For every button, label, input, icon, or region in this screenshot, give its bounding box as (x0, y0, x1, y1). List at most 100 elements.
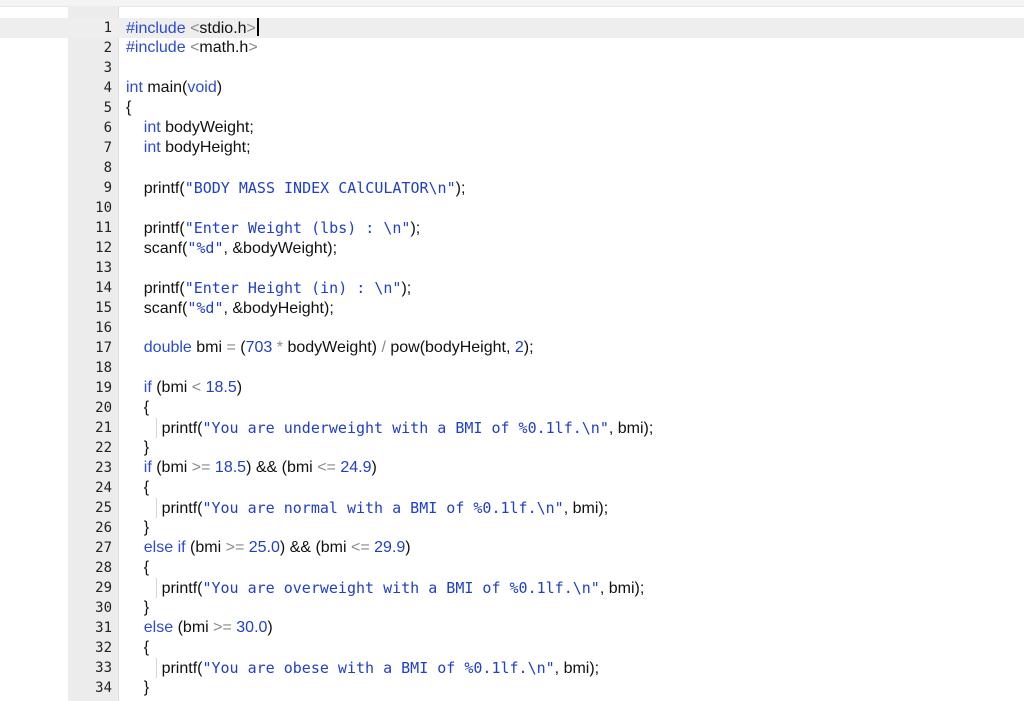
code-line[interactable]: 12 scanf("%d", &bodyWeight); (0, 238, 1024, 258)
line-number: 7 (103, 140, 112, 156)
code-text[interactable]: { (126, 638, 149, 658)
line-number: 21 (95, 420, 112, 436)
code-line[interactable]: 17 double bmi = (703 * bodyWeight) / pow… (0, 338, 1024, 358)
editor-top-bar (0, 0, 1024, 7)
code-text[interactable]: } (126, 438, 149, 458)
code-line[interactable]: 30 } (0, 598, 1024, 618)
code-line[interactable]: 6 int bodyWeight; (0, 118, 1024, 138)
code-line[interactable]: 23 if (bmi >= 18.5) && (bmi <= 24.9) (0, 458, 1024, 478)
code-line[interactable]: 8 (0, 158, 1024, 178)
code-line[interactable]: 11 printf("Enter Weight (lbs) : \n"); (0, 218, 1024, 238)
line-number: 26 (95, 520, 112, 536)
line-number: 11 (95, 220, 112, 236)
code-line[interactable]: 31 else (bmi >= 30.0) (0, 618, 1024, 638)
line-number: 12 (95, 240, 112, 256)
line-number: 27 (95, 540, 112, 556)
code-text[interactable]: #include <stdio.h> (126, 18, 259, 39)
code-line[interactable]: 2 #include <math.h> (0, 38, 1024, 58)
code-line[interactable]: 9 printf("BODY MASS INDEX CAlCULATOR\n")… (0, 178, 1024, 198)
code-text[interactable]: printf("You are obese with a BMI of %0.1… (126, 658, 600, 679)
code-line[interactable]: 26 } (0, 518, 1024, 538)
line-number: 33 (95, 660, 112, 676)
code-lines[interactable]: 1 #include <stdio.h> 2 #include <math.h> 3 4 i… (0, 18, 1024, 698)
code-line[interactable]: 24 { (0, 478, 1024, 498)
line-number: 31 (95, 620, 112, 636)
line-number: 19 (95, 380, 112, 396)
indent-guide (156, 498, 157, 518)
code-line[interactable]: 33 printf("You are obese with a BMI of %… (0, 658, 1024, 678)
line-number: 3 (103, 60, 112, 76)
line-number: 18 (95, 360, 112, 376)
code-line[interactable]: 32 { (0, 638, 1024, 658)
code-line[interactable]: 27 else if (bmi >= 25.0) && (bmi <= 29.9… (0, 538, 1024, 558)
code-text[interactable]: } (126, 678, 149, 698)
code-text[interactable]: else if (bmi >= 25.0) && (bmi <= 29.9) (126, 538, 411, 558)
line-number: 22 (95, 440, 112, 456)
code-line[interactable]: 16 (0, 318, 1024, 338)
code-text[interactable]: printf("You are normal with a BMI of %0.… (126, 498, 609, 519)
indent-guide (156, 658, 157, 678)
line-number: 15 (95, 300, 112, 316)
code-line[interactable]: 29 printf("You are overweight with a BMI… (0, 578, 1024, 598)
code-line[interactable]: 4 int main(void) (0, 78, 1024, 98)
code-text[interactable]: int main(void) (126, 78, 222, 98)
code-line[interactable]: 28 { (0, 558, 1024, 578)
code-line[interactable]: 10 (0, 198, 1024, 218)
code-line[interactable]: 34 } (0, 678, 1024, 698)
code-text[interactable]: scanf("%d", &bodyWeight); (126, 238, 337, 259)
code-line[interactable]: 21 printf("You are underweight with a BM… (0, 418, 1024, 438)
code-text[interactable]: { (126, 398, 149, 418)
code-text[interactable]: if (bmi >= 18.5) && (bmi <= 24.9) (126, 458, 377, 478)
code-line[interactable]: 22 } (0, 438, 1024, 458)
code-line[interactable]: 18 (0, 358, 1024, 378)
code-text[interactable]: printf("Enter Weight (lbs) : \n"); (126, 218, 420, 239)
code-text[interactable]: } (126, 518, 149, 538)
code-text[interactable]: printf("BODY MASS INDEX CAlCULATOR\n"); (126, 178, 466, 199)
code-text[interactable]: double bmi = (703 * bodyWeight) / pow(bo… (126, 338, 534, 358)
code-text[interactable]: { (126, 478, 149, 498)
code-line[interactable]: 15 scanf("%d", &bodyHeight); (0, 298, 1024, 318)
line-number: 30 (95, 600, 112, 616)
line-number: 13 (95, 260, 112, 276)
code-text[interactable]: { (126, 98, 131, 118)
code-text[interactable]: } (126, 598, 149, 618)
code-text[interactable]: int bodyWeight; (126, 118, 254, 138)
line-number: 25 (95, 500, 112, 516)
code-text[interactable]: else (bmi >= 30.0) (126, 618, 273, 638)
line-number: 4 (103, 80, 112, 96)
code-editor[interactable]: 1 #include <stdio.h> 2 #include <math.h> 3 4 i… (0, 0, 1024, 701)
line-number: 17 (95, 340, 112, 356)
line-number: 6 (103, 120, 112, 136)
code-line[interactable]: 1 #include <stdio.h> (0, 18, 1024, 38)
code-text[interactable]: #include <math.h> (126, 38, 258, 58)
line-number: 10 (95, 200, 112, 216)
code-text[interactable]: printf("You are overweight with a BMI of… (126, 578, 645, 599)
line-number: 28 (95, 560, 112, 576)
code-text[interactable]: printf("You are underweight with a BMI o… (126, 418, 654, 439)
line-number: 1 (103, 20, 112, 36)
line-number: 8 (103, 160, 112, 176)
code-text[interactable]: { (126, 558, 149, 578)
text-cursor (256, 18, 259, 36)
line-number: 24 (95, 480, 112, 496)
code-line[interactable]: 13 (0, 258, 1024, 278)
line-number: 16 (95, 320, 112, 336)
code-text[interactable]: printf("Enter Height (in) : \n"); (126, 278, 411, 299)
code-line[interactable]: 3 (0, 58, 1024, 78)
code-line[interactable]: 25 printf("You are normal with a BMI of … (0, 498, 1024, 518)
code-line[interactable]: 14 printf("Enter Height (in) : \n"); (0, 278, 1024, 298)
line-number: 29 (95, 580, 112, 596)
line-number: 34 (95, 680, 112, 696)
code-line[interactable]: 20 { (0, 398, 1024, 418)
code-line[interactable]: 7 int bodyHeight; (0, 138, 1024, 158)
code-text[interactable]: scanf("%d", &bodyHeight); (126, 298, 334, 319)
code-line[interactable]: 19 if (bmi < 18.5) (0, 378, 1024, 398)
line-number: 32 (95, 640, 112, 656)
line-number: 2 (103, 40, 112, 56)
code-line[interactable]: 5{ (0, 98, 1024, 118)
line-number: 5 (103, 100, 112, 116)
code-text[interactable]: if (bmi < 18.5) (126, 378, 242, 398)
line-number: 9 (103, 180, 112, 196)
code-text[interactable]: int bodyHeight; (126, 138, 251, 158)
indent-guide (156, 578, 157, 598)
